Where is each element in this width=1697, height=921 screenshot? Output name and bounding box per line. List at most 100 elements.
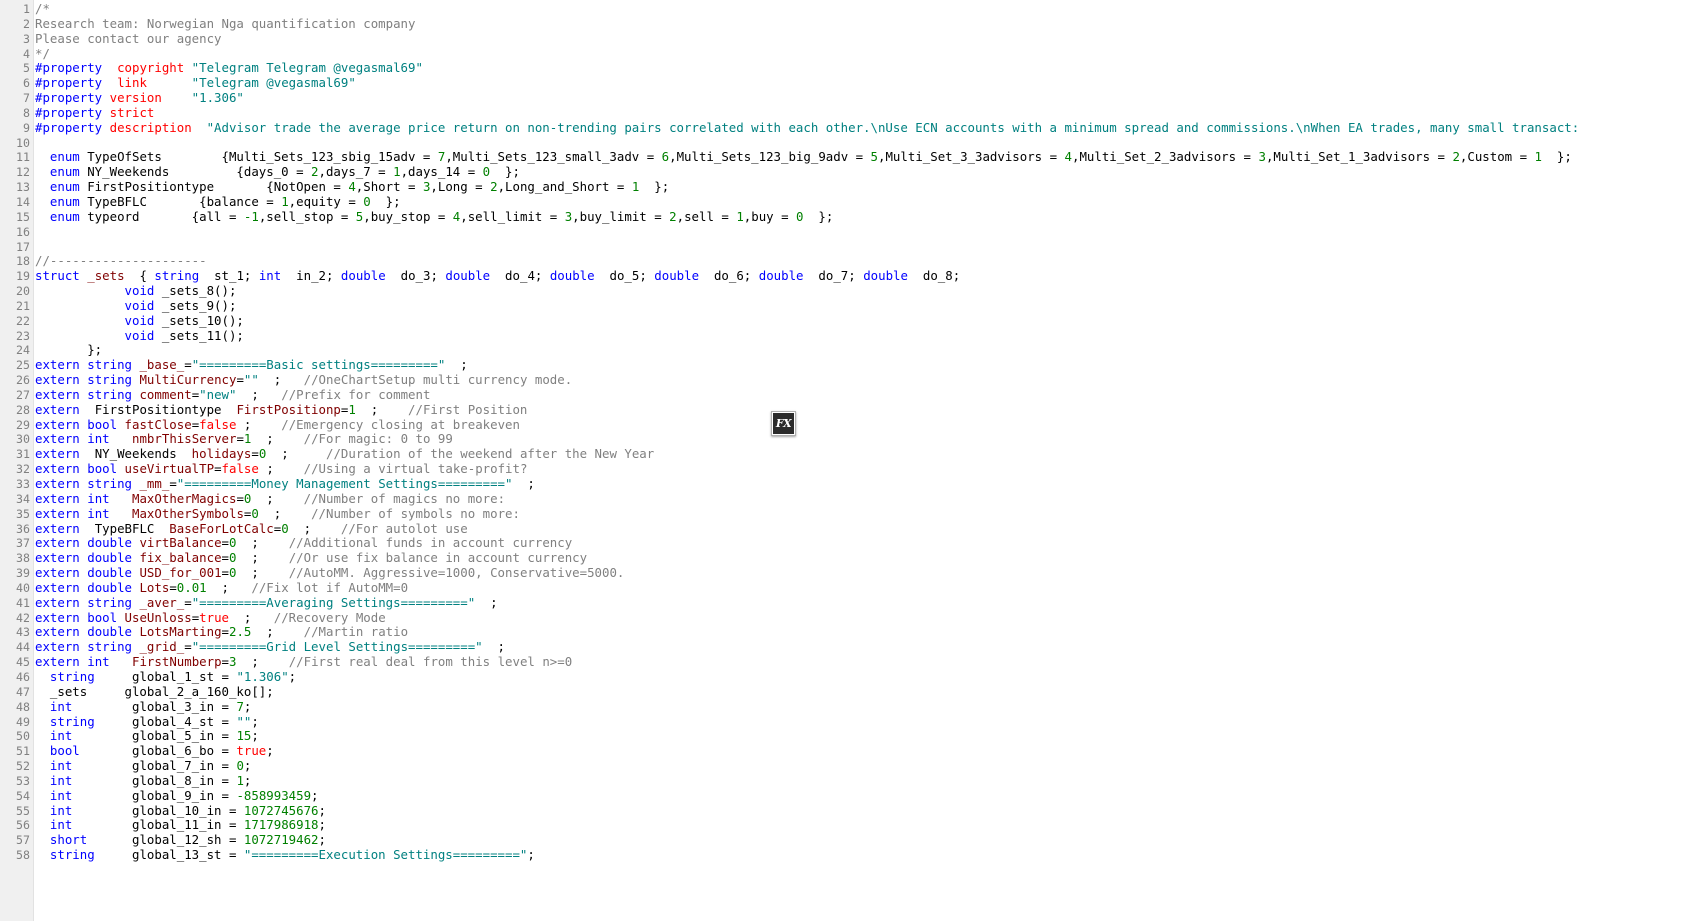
code-text[interactable]: int global_3_in = 7;: [30, 699, 251, 715]
code-line[interactable]: 57 short global_12_sh = 1072719462;: [0, 832, 1697, 848]
code-line[interactable]: 49 string global_4_st = "";: [0, 714, 1697, 730]
code-text[interactable]: */: [30, 46, 50, 62]
code-line[interactable]: 11 enum TypeOfSets {Multi_Sets_123_sbig_…: [0, 150, 1697, 165]
code-text[interactable]: extern string _base_="=========Basic set…: [30, 357, 468, 373]
code-line[interactable]: 13 enum FirstPositiontype {NotOpen = 4,S…: [0, 179, 1697, 195]
code-text[interactable]: Research team: Norwegian Nga quantificat…: [30, 16, 415, 32]
code-text[interactable]: enum FirstPositiontype {NotOpen = 4,Shor…: [30, 179, 669, 195]
code-text[interactable]: enum typeord {all = -1,sell_stop = 5,buy…: [30, 209, 833, 225]
code-text[interactable]: extern bool fastClose=false ; //Emergenc…: [30, 417, 520, 433]
code-line[interactable]: 36 extern TypeBFLC BaseForLotCalc=0 ; //F…: [0, 521, 1697, 537]
code-text[interactable]: #property strict: [30, 105, 154, 121]
code-content-area[interactable]: 1 /* 2 Research team: Norwegian Nga quantif…: [0, 0, 1697, 863]
code-line[interactable]: 4 */: [0, 46, 1697, 62]
code-text[interactable]: extern int MaxOtherSymbols=0 ; //Number …: [30, 506, 520, 522]
code-text[interactable]: int global_9_in = -858993459;: [30, 788, 319, 804]
code-line[interactable]: 31 extern NY_Weekends holidays=0 ; //Dura…: [0, 446, 1697, 462]
code-text[interactable]: extern double fix_balance=0 ; //Or use f…: [30, 550, 587, 566]
code-line[interactable]: 34 extern int MaxOtherMagics=0 ; //Number…: [0, 491, 1697, 507]
code-text[interactable]: extern string _aver_="=========Averaging…: [30, 595, 498, 611]
code-line[interactable]: 8 #property strict: [0, 105, 1697, 121]
code-text[interactable]: void _sets_11();: [30, 328, 244, 344]
code-text[interactable]: extern bool UseUnloss=true ; //Recovery …: [30, 610, 386, 626]
code-line[interactable]: 26 extern string MultiCurrency="" ; //One…: [0, 372, 1697, 388]
code-line[interactable]: 5 #property copyright "Telegram Telegram …: [0, 60, 1697, 76]
code-text[interactable]: extern bool useVirtualTP=false ; //Using…: [30, 461, 527, 477]
code-line[interactable]: 18 //---------------------: [0, 253, 1697, 269]
code-line[interactable]: 44 extern string _grid_="=========Grid Le…: [0, 639, 1697, 655]
code-line[interactable]: 10: [0, 136, 1697, 151]
code-text[interactable]: struct _sets { string st_1; int in_2; do…: [30, 268, 960, 284]
code-text[interactable]: enum TypeOfSets {Multi_Sets_123_sbig_15a…: [30, 150, 1572, 165]
code-text[interactable]: string global_4_st = "";: [30, 714, 259, 730]
code-line[interactable]: 39 extern double USD_for_001=0 ; //AutoMM…: [0, 565, 1697, 581]
code-text[interactable]: int global_8_in = 1;: [30, 773, 251, 789]
code-line[interactable]: 40 extern double Lots=0.01 ; //Fix lot if…: [0, 580, 1697, 596]
code-text[interactable]: _sets global_2_a_160_ko[];: [30, 684, 274, 700]
code-line[interactable]: 42 extern bool UseUnloss=true ; //Recover…: [0, 610, 1697, 626]
code-line[interactable]: 17: [0, 240, 1697, 255]
code-text[interactable]: /*: [30, 1, 50, 17]
code-text[interactable]: string global_1_st = "1.306";: [30, 669, 296, 685]
code-line[interactable]: 7 #property version "1.306": [0, 90, 1697, 106]
code-line[interactable]: 29 extern bool fastClose=false ; //Emerge…: [0, 417, 1697, 433]
code-line[interactable]: 30 extern int nmbrThisServer=1 ; //For ma…: [0, 432, 1697, 447]
code-line[interactable]: 53 int global_8_in = 1;: [0, 773, 1697, 789]
code-text[interactable]: };: [30, 342, 102, 358]
code-text[interactable]: #property link "Telegram @vegasmal69": [30, 75, 356, 91]
code-line[interactable]: 37 extern double virtBalance=0 ; //Additi…: [0, 535, 1697, 551]
code-text[interactable]: extern TypeBFLC BaseForLotCalc=0 ; //For…: [30, 521, 468, 537]
code-line[interactable]: 55 int global_10_in = 1072745676;: [0, 803, 1697, 819]
code-text[interactable]: int global_11_in = 1717986918;: [30, 817, 326, 833]
code-line[interactable]: 33 extern string _mm_="=========Money Man…: [0, 476, 1697, 492]
code-text[interactable]: int global_7_in = 0;: [30, 758, 251, 774]
code-line[interactable]: 48 int global_3_in = 7;: [0, 699, 1697, 715]
code-text[interactable]: bool global_6_bo = true;: [30, 743, 274, 759]
code-line[interactable]: 6 #property link "Telegram @vegasmal69": [0, 75, 1697, 91]
code-line[interactable]: 32 extern bool useVirtualTP=false ; //Usi…: [0, 461, 1697, 477]
code-line[interactable]: 28 extern FirstPositiontype FirstPosition…: [0, 402, 1697, 418]
code-line[interactable]: 9 #property description "Advisor trade th…: [0, 120, 1697, 136]
code-line[interactable]: 22 void _sets_10();: [0, 313, 1697, 329]
code-text[interactable]: int global_5_in = 15;: [30, 728, 259, 744]
code-text[interactable]: #property description "Advisor trade the…: [30, 120, 1579, 136]
code-text[interactable]: #property copyright "Telegram Telegram @…: [30, 60, 423, 76]
code-line[interactable]: 50 int global_5_in = 15;: [0, 728, 1697, 744]
code-text[interactable]: extern int FirstNumberp=3 ; //First real…: [30, 654, 572, 670]
code-text[interactable]: extern double Lots=0.01 ; //Fix lot if A…: [30, 580, 408, 596]
code-line[interactable]: 23 void _sets_11();: [0, 328, 1697, 344]
code-line[interactable]: 12 enum NY_Weekends {days_0 = 2,days_7 =…: [0, 164, 1697, 180]
code-line[interactable]: 3 Please contact our agency: [0, 31, 1697, 47]
code-line[interactable]: 21 void _sets_9();: [0, 298, 1697, 314]
code-text[interactable]: short global_12_sh = 1072719462;: [30, 832, 326, 848]
code-text[interactable]: extern string _grid_="=========Grid Leve…: [30, 639, 505, 655]
code-text[interactable]: //---------------------: [30, 253, 207, 269]
code-line[interactable]: 1 /*: [0, 1, 1697, 17]
code-line[interactable]: 58 string global_13_st = "=========Execu…: [0, 847, 1697, 863]
code-line[interactable]: 54 int global_9_in = -858993459;: [0, 788, 1697, 804]
code-line[interactable]: 19 struct _sets { string st_1; int in_2; …: [0, 268, 1697, 284]
code-text[interactable]: extern double LotsMarting=2.5 ; //Martin…: [30, 625, 408, 640]
code-line[interactable]: 16: [0, 225, 1697, 240]
code-line[interactable]: 45 extern int FirstNumberp=3 ; //First re…: [0, 654, 1697, 670]
code-text[interactable]: extern NY_Weekends holidays=0 ; //Durati…: [30, 446, 654, 462]
code-line[interactable]: 25 extern string _base_="=========Basic s…: [0, 357, 1697, 373]
fx-icon[interactable]: FX: [771, 411, 796, 436]
code-line[interactable]: 46 string global_1_st = "1.306";: [0, 669, 1697, 685]
code-line[interactable]: 15 enum typeord {all = -1,sell_stop = 5,…: [0, 209, 1697, 225]
code-text[interactable]: extern FirstPositiontype FirstPositionp=…: [30, 402, 527, 418]
code-text[interactable]: extern string comment="new" ; //Prefix f…: [30, 387, 430, 403]
code-line[interactable]: 41 extern string _aver_="=========Averagi…: [0, 595, 1697, 611]
code-text[interactable]: enum NY_Weekends {days_0 = 2,days_7 = 1,…: [30, 164, 520, 180]
code-text[interactable]: enum TypeBFLC {balance = 1,equity = 0 };: [30, 194, 401, 210]
code-line[interactable]: 24 };: [0, 342, 1697, 358]
code-editor-window[interactable]: 1 /* 2 Research team: Norwegian Nga quantif…: [0, 0, 1697, 921]
code-line[interactable]: 51 bool global_6_bo = true;: [0, 743, 1697, 759]
code-text[interactable]: void _sets_10();: [30, 313, 244, 329]
code-text[interactable]: Please contact our agency: [30, 31, 222, 47]
code-text[interactable]: void _sets_9();: [30, 298, 237, 314]
code-line[interactable]: 27 extern string comment="new" ; //Prefix…: [0, 387, 1697, 403]
code-line[interactable]: 52 int global_7_in = 0;: [0, 758, 1697, 774]
code-line[interactable]: 20 void _sets_8();: [0, 283, 1697, 299]
code-line[interactable]: 43 extern double LotsMarting=2.5 ; //Mart…: [0, 625, 1697, 640]
